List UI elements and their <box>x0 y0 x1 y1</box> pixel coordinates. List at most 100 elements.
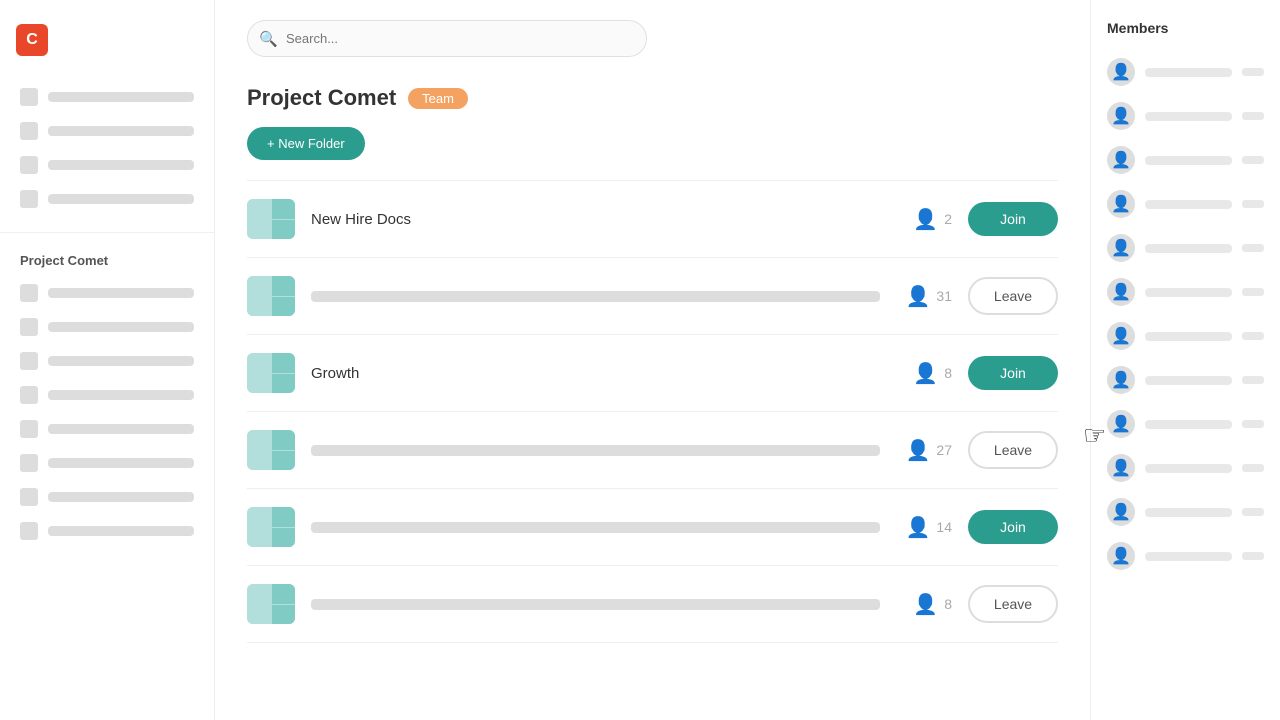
right-sidebar: Members 👤 👤 👤 👤 👤 👤 👤 👤 <box>1090 0 1280 720</box>
member-action-12 <box>1242 552 1264 560</box>
folder-thumbnail-2 <box>247 276 295 316</box>
sidebar-group-label-5 <box>48 424 194 434</box>
folder-name-placeholder-5 <box>311 522 880 533</box>
member-action-6 <box>1242 288 1264 296</box>
folder-row-5: 👤 14 Join <box>247 489 1058 566</box>
sidebar-label-2 <box>48 126 194 136</box>
member-row-7: 👤 <box>1091 314 1280 358</box>
folder-row-4: 👤 27 Leave <box>247 412 1058 489</box>
member-avatar-11: 👤 <box>1107 498 1135 526</box>
sidebar-icon-3 <box>20 156 38 174</box>
member-avatar-8: 👤 <box>1107 366 1135 394</box>
sidebar-group-label-7 <box>48 492 194 502</box>
sidebar-item-4[interactable] <box>0 182 214 216</box>
folder-row-6: 👤 8 Leave <box>247 566 1058 643</box>
main-content: 🔍 Project Comet Team + New Folder New Hi… <box>215 0 1090 720</box>
member-count-icon-2: 👤 <box>906 284 931 309</box>
member-avatar-10: 👤 <box>1107 454 1135 482</box>
sidebar-icon-4 <box>20 190 38 208</box>
search-input[interactable] <box>247 20 647 57</box>
folder-thumbnail-3 <box>247 353 295 393</box>
folder-row-1: New Hire Docs 👤 2 Join <box>247 181 1058 258</box>
leave-button-4[interactable]: Leave <box>968 431 1058 469</box>
sidebar-group-label-6 <box>48 458 194 468</box>
member-row-11: 👤 <box>1091 490 1280 534</box>
sidebar-group-item-5[interactable] <box>0 412 214 446</box>
sidebar-group-item-3[interactable] <box>0 344 214 378</box>
sidebar-group-icon-8 <box>20 522 38 540</box>
member-avatar-5: 👤 <box>1107 234 1135 262</box>
member-count-icon-3: 👤 <box>913 361 938 386</box>
member-avatar-6: 👤 <box>1107 278 1135 306</box>
join-button-3[interactable]: Join <box>968 356 1058 390</box>
sidebar-divider <box>0 232 214 233</box>
member-row-10: 👤 <box>1091 446 1280 490</box>
member-name-11 <box>1145 508 1232 517</box>
leave-button-6[interactable]: Leave <box>968 585 1058 623</box>
member-count-value-1: 2 <box>944 211 952 227</box>
member-name-6 <box>1145 288 1232 297</box>
sidebar-item-3[interactable] <box>0 148 214 182</box>
folder-name-3: Growth <box>311 365 880 382</box>
join-button-5[interactable]: Join <box>968 510 1058 544</box>
folder-thumbnail-4 <box>247 430 295 470</box>
sidebar-item-2[interactable] <box>0 114 214 148</box>
sidebar-group-icon-4 <box>20 386 38 404</box>
sidebar-group-label-2 <box>48 322 194 332</box>
member-avatar-2: 👤 <box>1107 102 1135 130</box>
member-count-icon-4: 👤 <box>906 438 931 463</box>
leave-button-2[interactable]: Leave <box>968 277 1058 315</box>
page-title: Project Comet <box>247 85 396 111</box>
sidebar-group-label-1 <box>48 288 194 298</box>
join-button-1[interactable]: Join <box>968 202 1058 236</box>
sidebar-group-icon-2 <box>20 318 38 336</box>
member-name-8 <box>1145 376 1232 385</box>
folder-list: New Hire Docs 👤 2 Join 👤 31 Leave <box>247 180 1058 643</box>
sidebar-item-1[interactable] <box>0 80 214 114</box>
member-count-6: 👤 8 <box>896 592 952 617</box>
member-count-4: 👤 27 <box>896 438 952 463</box>
member-name-1 <box>1145 68 1232 77</box>
member-name-12 <box>1145 552 1232 561</box>
member-count-value-2: 31 <box>936 288 952 304</box>
member-count-value-4: 27 <box>936 442 952 458</box>
sidebar-icon-1 <box>20 88 38 106</box>
sidebar-group-item-6[interactable] <box>0 446 214 480</box>
member-avatar-3: 👤 <box>1107 146 1135 174</box>
member-row-3: 👤 <box>1091 138 1280 182</box>
logo-icon: C <box>16 24 48 56</box>
members-title: Members <box>1091 20 1280 50</box>
app-logo[interactable]: C <box>0 16 214 76</box>
search-icon: 🔍 <box>259 30 278 48</box>
member-name-3 <box>1145 156 1232 165</box>
sidebar-group-items <box>0 272 214 552</box>
sidebar-group-icon-3 <box>20 352 38 370</box>
sidebar-group-icon-5 <box>20 420 38 438</box>
sidebar-group-item-8[interactable] <box>0 514 214 548</box>
team-badge: Team <box>408 88 468 109</box>
sidebar-label-3 <box>48 160 194 170</box>
member-count-1: 👤 2 <box>896 207 952 232</box>
sidebar-group-item-7[interactable] <box>0 480 214 514</box>
member-action-8 <box>1242 376 1264 384</box>
search-bar: 🔍 <box>247 20 647 57</box>
member-action-3 <box>1242 156 1264 164</box>
member-action-5 <box>1242 244 1264 252</box>
sidebar-group-icon-1 <box>20 284 38 302</box>
left-sidebar: C Project Comet <box>0 0 215 720</box>
new-folder-button[interactable]: + New Folder <box>247 127 365 160</box>
member-row-8: 👤 <box>1091 358 1280 402</box>
sidebar-group-label-3 <box>48 356 194 366</box>
folder-name-placeholder-2 <box>311 291 880 302</box>
member-name-10 <box>1145 464 1232 473</box>
member-row-2: 👤 <box>1091 94 1280 138</box>
sidebar-group-item-1[interactable] <box>0 276 214 310</box>
sidebar-group-item-4[interactable] <box>0 378 214 412</box>
member-row-1: 👤 <box>1091 50 1280 94</box>
member-action-2 <box>1242 112 1264 120</box>
sidebar-group-item-2[interactable] <box>0 310 214 344</box>
member-name-5 <box>1145 244 1232 253</box>
member-row-4: 👤 <box>1091 182 1280 226</box>
folder-thumbnail-1 <box>247 199 295 239</box>
member-name-4 <box>1145 200 1232 209</box>
